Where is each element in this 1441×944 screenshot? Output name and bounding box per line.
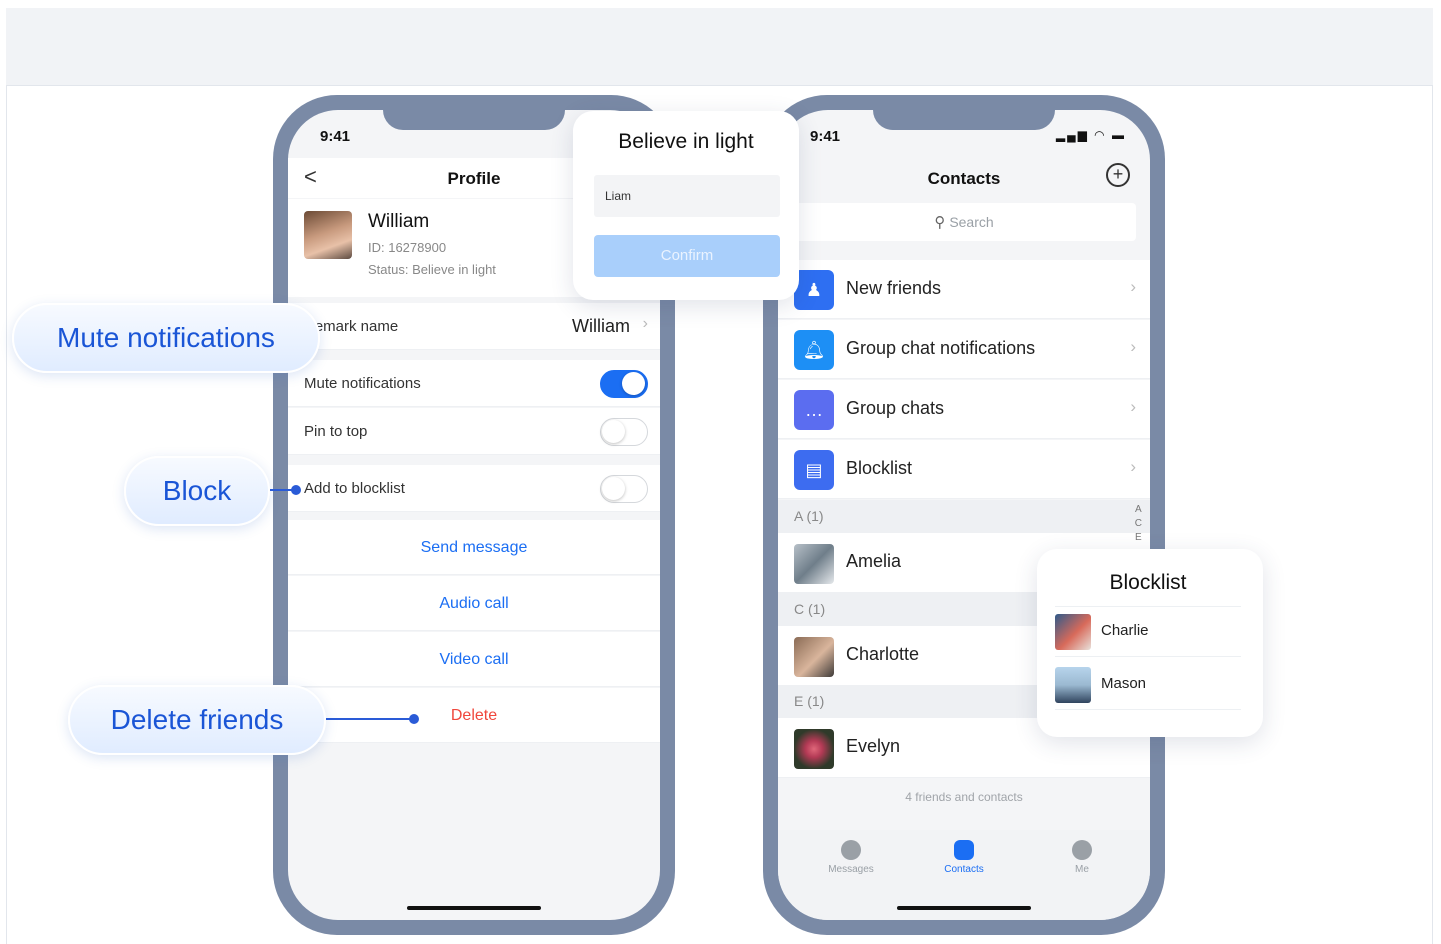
popup-title: Blocklist <box>1055 571 1241 607</box>
blocked-name: Mason <box>1101 675 1147 692</box>
mute-notifications-toggle[interactable] <box>600 370 648 398</box>
group-chats-label: Group chats <box>846 398 945 418</box>
index-letter[interactable]: A <box>1135 503 1142 517</box>
index-letter[interactable]: C <box>1135 517 1142 531</box>
add-contact-icon[interactable]: + <box>1106 163 1130 187</box>
contacts-navbar: Contacts + <box>778 158 1150 198</box>
avatar <box>794 729 834 769</box>
pin-to-top-toggle[interactable] <box>600 418 648 446</box>
group-chats-row[interactable]: … Group chats › <box>778 380 1150 439</box>
chevron-right-icon: › <box>1130 337 1136 356</box>
page-title: Contacts <box>927 169 1001 188</box>
video-call-button[interactable]: Video call <box>288 632 660 687</box>
callout-mute-notifications: Mute notifications <box>12 303 320 373</box>
callout-dot <box>291 485 301 495</box>
remark-name-value: William <box>572 316 630 336</box>
add-friend-icon: ♟ <box>794 270 834 310</box>
phone-notch <box>873 110 1055 130</box>
status-popup: Believe in light Liam Confirm <box>573 111 799 300</box>
tab-label: Me <box>1075 864 1089 875</box>
add-to-blocklist-row: Add to blocklist <box>288 465 660 512</box>
avatar <box>1055 614 1091 650</box>
list-item[interactable]: Mason <box>1055 658 1241 710</box>
signal-wifi-battery-icon: ▂▄▆ ◠ ▬ <box>1055 128 1126 142</box>
pin-to-top-row: Pin to top <box>288 408 660 455</box>
contacts-icon <box>954 840 974 860</box>
mute-notifications-row: Mute notifications <box>288 360 660 407</box>
contact-name: Amelia <box>846 551 902 571</box>
status-time: 9:41 <box>320 128 351 145</box>
new-friends-label: New friends <box>846 278 942 298</box>
group-chat-notifications-row[interactable]: 🔔︎ Group chat notifications › <box>778 320 1150 379</box>
avatar[interactable] <box>304 211 352 259</box>
home-indicator <box>897 906 1031 910</box>
callout-delete-friends: Delete friends <box>68 685 326 755</box>
profile-id: ID: 16278900 <box>368 240 447 255</box>
contact-name: Evelyn <box>846 736 901 756</box>
phone-notch <box>383 110 565 130</box>
blocklist-icon: ▤ <box>794 450 834 490</box>
popup-title: Believe in light <box>618 130 754 153</box>
chat-bubble-icon: … <box>794 390 834 430</box>
confirm-button[interactable]: Confirm <box>594 235 780 277</box>
search-icon: ⚲ <box>934 214 946 231</box>
new-friends-row[interactable]: ♟ New friends › <box>778 260 1150 319</box>
callout-dot <box>409 714 419 724</box>
chevron-right-icon: › <box>1130 277 1136 296</box>
section-header-a: A (1) <box>778 500 1150 533</box>
tab-messages[interactable]: Messages <box>811 840 891 875</box>
chevron-right-icon: › <box>642 315 648 332</box>
callout-leader-line <box>326 718 414 720</box>
status-input[interactable]: Liam <box>594 175 780 217</box>
right-phone: 9:41 ▂▄▆ ◠ ▬ Contacts + ⚲ Search ♟ New fr… <box>763 95 1165 935</box>
callout-block: Block <box>124 456 270 526</box>
chevron-right-icon: › <box>1130 397 1136 416</box>
audio-call-button[interactable]: Audio call <box>288 576 660 631</box>
search-placeholder: Search <box>949 214 994 230</box>
tab-contacts[interactable]: Contacts <box>924 840 1004 875</box>
pin-to-top-label: Pin to top <box>304 423 368 440</box>
search-input[interactable]: ⚲ Search <box>792 203 1136 241</box>
add-to-blocklist-toggle[interactable] <box>600 475 648 503</box>
blocklist-label: Blocklist <box>846 458 913 478</box>
status-time: 9:41 <box>810 128 841 145</box>
delete-button[interactable]: Delete <box>288 688 660 743</box>
tab-label: Messages <box>828 864 874 875</box>
avatar <box>794 637 834 677</box>
profile-name: William <box>368 211 430 232</box>
message-icon <box>841 840 861 860</box>
index-letter[interactable]: E <box>1135 531 1142 545</box>
add-to-blocklist-label: Add to blocklist <box>304 480 405 497</box>
group-chat-notifications-label: Group chat notifications <box>846 338 1036 358</box>
top-banner <box>6 8 1433 86</box>
bell-icon: 🔔︎ <box>794 330 834 370</box>
blocked-name: Charlie <box>1101 622 1149 639</box>
chevron-right-icon: › <box>1130 457 1136 476</box>
contact-name: Charlotte <box>846 644 920 664</box>
contacts-count: 4 friends and contacts <box>905 790 1023 804</box>
send-message-button[interactable]: Send message <box>288 520 660 575</box>
mute-notifications-label: Mute notifications <box>304 375 421 392</box>
contacts-screen: 9:41 ▂▄▆ ◠ ▬ Contacts + ⚲ Search ♟ New fr… <box>778 110 1150 920</box>
profile-status: Status: Believe in light <box>368 262 496 277</box>
remark-name-row[interactable]: Remark name William › <box>288 303 660 350</box>
tab-label: Contacts <box>944 864 984 875</box>
person-icon <box>1072 840 1092 860</box>
blocklist-popup: Blocklist Charlie Mason <box>1037 549 1263 737</box>
tab-me[interactable]: Me <box>1042 840 1122 875</box>
avatar <box>1055 667 1091 703</box>
list-item[interactable]: Charlie <box>1055 605 1241 657</box>
home-indicator <box>407 906 541 910</box>
blocklist-row[interactable]: ▤ Blocklist › <box>778 440 1150 499</box>
alphabet-index[interactable]: A C E <box>1135 503 1142 545</box>
avatar <box>794 544 834 584</box>
